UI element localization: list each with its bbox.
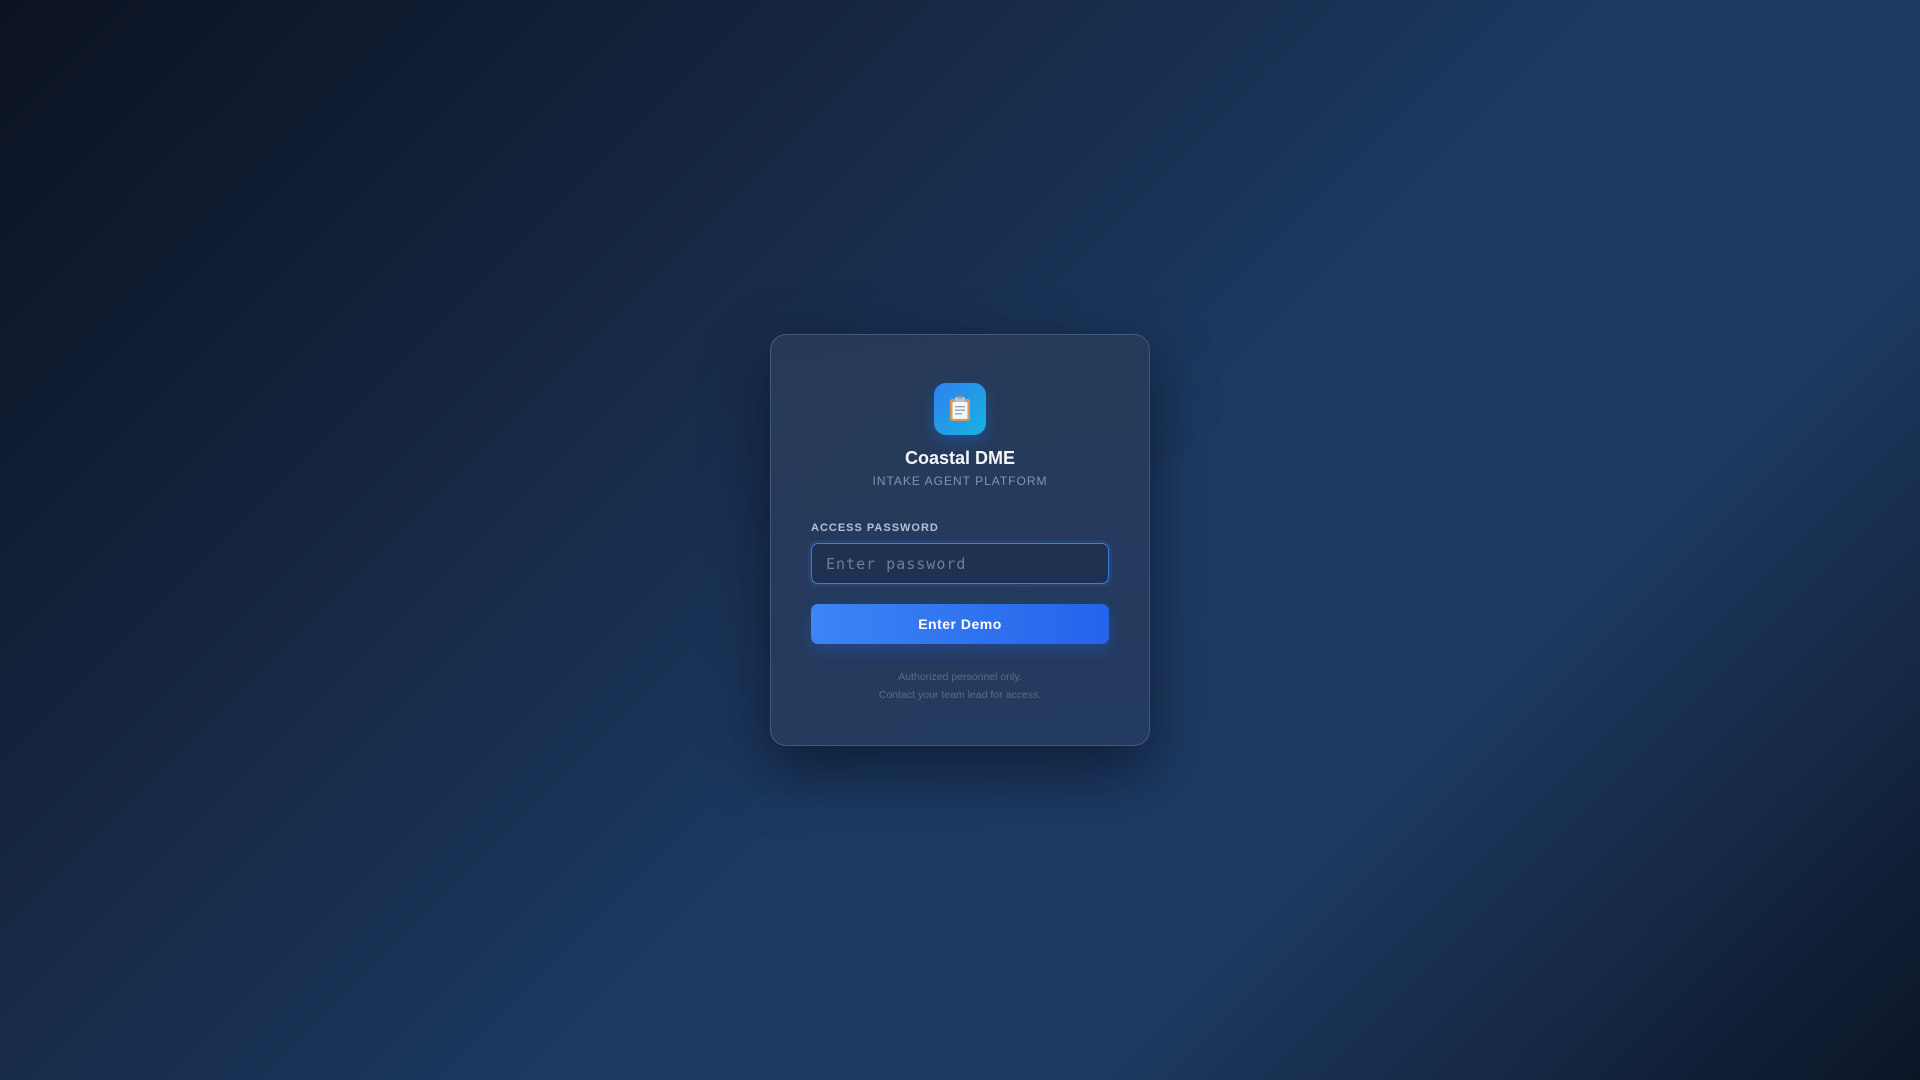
access-footnote: Authorized personnel only. Contact your … [879,668,1041,704]
enter-demo-button[interactable]: Enter Demo [811,604,1109,644]
footnote-line-authorized: Authorized personnel only. [898,671,1022,683]
brand-title: Coastal DME [904,448,1016,468]
logo-badge [934,383,986,435]
brand-subtitle: INTAKE AGENT PLATFORM [872,474,1048,488]
clipboard-icon [950,396,970,421]
password-input[interactable] [811,543,1109,584]
login-card: Coastal DME INTAKE AGENT PLATFORM ACCESS… [770,334,1150,746]
footnote-line-contact: Contact your team lead for access. [878,689,1042,701]
password-label: ACCESS PASSWORD [811,522,939,534]
